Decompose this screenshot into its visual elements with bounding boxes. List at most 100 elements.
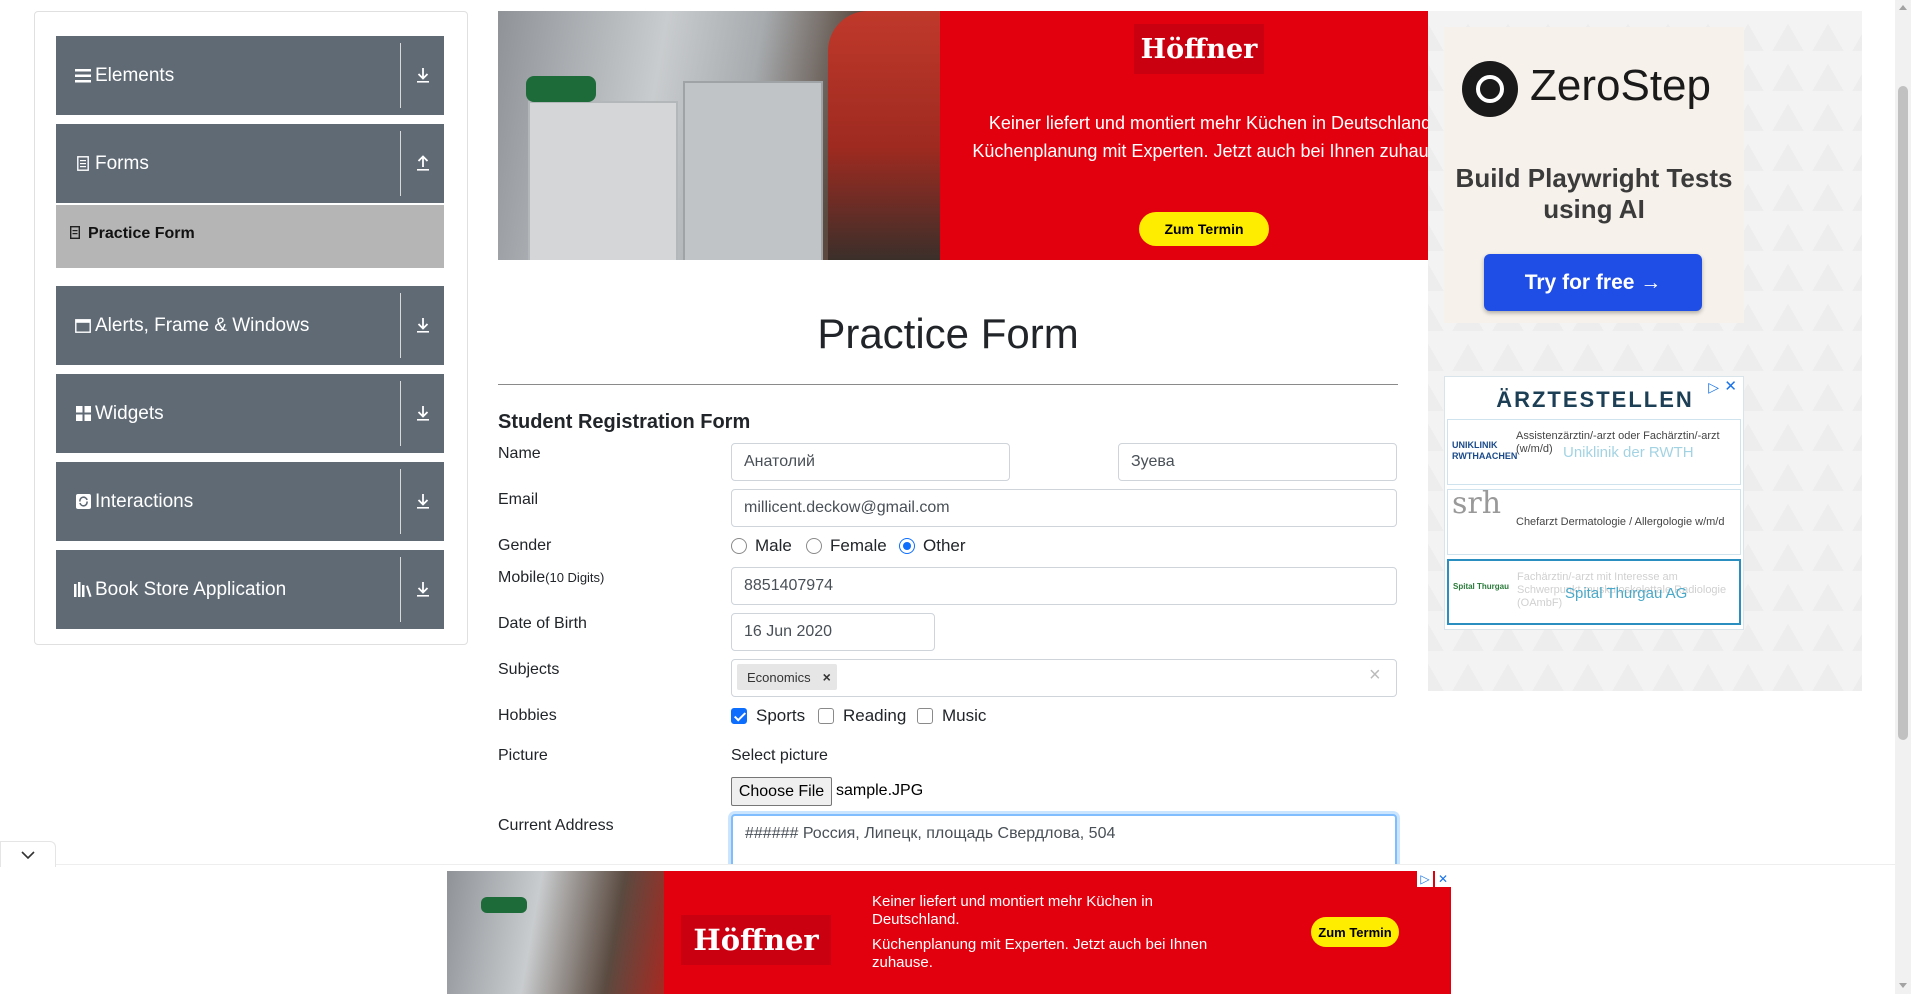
date-of-birth-input[interactable]: 16 Jun 2020 xyxy=(731,613,935,651)
radio-label: Female xyxy=(830,536,887,555)
collapse-ad-button[interactable] xyxy=(0,841,56,867)
checkbox-label: Reading xyxy=(843,706,907,725)
hobby-sports-checkbox[interactable]: Sports xyxy=(731,706,805,726)
sidebar-group-label: Elements xyxy=(95,64,175,86)
window-icon xyxy=(74,317,92,335)
job-listing[interactable]: Spital Thurgau Fachärztin/-arzt mit Inte… xyxy=(1447,559,1741,625)
gender-other-radio[interactable]: Other xyxy=(899,536,966,556)
remove-subject-icon[interactable]: × xyxy=(823,669,831,685)
ad-line-2: Küchenplanung mit Experten. Jetzt auch b… xyxy=(872,936,1208,971)
brand-logo: Höffner xyxy=(1134,24,1264,74)
refresh-icon xyxy=(74,493,92,511)
mobile-hint: (10 Digits) xyxy=(545,570,605,585)
close-icon[interactable]: ✕ xyxy=(1724,377,1737,395)
divider xyxy=(400,381,401,446)
sidebar-group-elements[interactable]: Elements xyxy=(56,36,444,115)
checkbox-label: Sports xyxy=(756,706,806,725)
sidebar-group-book-store[interactable]: Book Store Application xyxy=(56,550,444,629)
grid-icon xyxy=(74,405,92,423)
brand-logo: Höffner xyxy=(681,915,831,965)
sidebar-group-interactions[interactable]: Interactions xyxy=(56,462,444,541)
adchoices-icon[interactable]: ▷ xyxy=(1708,379,1719,396)
ad-panel: Höffner Keiner liefert und montiert mehr… xyxy=(940,11,1428,260)
aerztestellen-ad[interactable]: ÄRZTESTELLEN ▷ ✕ UNIKLINIK RWTHAACHEN As… xyxy=(1444,376,1744,630)
close-icon[interactable]: ✕ xyxy=(1435,871,1451,887)
scrollbar[interactable] xyxy=(1895,0,1911,994)
checkbox-box xyxy=(917,708,933,724)
sidebar-group-forms[interactable]: Forms xyxy=(56,124,444,203)
dob-label: Date of Birth xyxy=(498,615,587,632)
divider xyxy=(400,557,401,622)
ad-cta-button[interactable]: Zum Termin xyxy=(1311,917,1399,947)
divider xyxy=(400,469,401,534)
gender-male-radio[interactable]: Male xyxy=(731,536,792,556)
aerztestellen-logo: ÄRZTESTELLEN xyxy=(1496,387,1694,412)
radio-circle xyxy=(731,538,747,554)
form-heading: Student Registration Form xyxy=(498,411,751,433)
download-icon[interactable] xyxy=(415,580,433,600)
divider xyxy=(400,131,401,196)
download-icon[interactable] xyxy=(415,404,433,424)
mobile-label-text: Mobile xyxy=(498,569,546,586)
sidebar-group-widgets[interactable]: Widgets xyxy=(56,374,444,453)
radio-label: Other xyxy=(923,536,966,555)
job-listing[interactable]: srh Chefarzt Dermatologie / Allergologie… xyxy=(1447,489,1741,555)
gender-label: Gender xyxy=(498,537,552,554)
zerostep-brand: ZeroStep xyxy=(1530,61,1711,110)
file-name: sample.JPG xyxy=(836,782,924,799)
last-name-input[interactable]: Зуева xyxy=(1118,443,1397,481)
sidebar: Elements Forms Practice Form Alerts, Fra… xyxy=(34,11,468,645)
right-ad-column: ZeroStep Build Playwright Tests using AI… xyxy=(1428,11,1862,691)
scrollbar-thumb[interactable] xyxy=(1898,86,1908,740)
sidebar-group-label: Forms xyxy=(95,152,149,174)
first-name-input[interactable]: Анатолий xyxy=(731,443,1010,481)
hamburger-icon xyxy=(74,67,92,85)
bottom-banner-ad[interactable]: Höffner Keiner liefert und montiert mehr… xyxy=(447,871,1451,994)
books-icon xyxy=(74,581,92,599)
picture-label: Picture xyxy=(498,747,548,764)
ad-line-2: Küchenplanung mit Experten. Jetzt auch b… xyxy=(972,141,1428,161)
document-icon xyxy=(74,155,92,173)
email-label: Email xyxy=(498,491,539,508)
ad-cta-button[interactable]: Zum Termin xyxy=(1139,212,1269,246)
ad-photo xyxy=(498,11,940,260)
sidebar-item-label: Practice Form xyxy=(88,225,195,242)
hobby-music-checkbox[interactable]: Music xyxy=(917,706,986,726)
choose-file-button[interactable]: Choose File xyxy=(731,777,832,806)
sidebar-group-alerts[interactable]: Alerts, Frame & Windows xyxy=(56,286,444,365)
ad-text: Keiner liefert und montiert mehr Küchen … xyxy=(950,109,1428,165)
adchoices-icon[interactable]: ▷ xyxy=(1417,871,1433,887)
zerostep-ad[interactable]: ZeroStep Build Playwright Tests using AI… xyxy=(1444,27,1744,323)
divider xyxy=(498,384,1398,385)
job-title: Chefarzt Dermatologie / Allergologie w/m… xyxy=(1516,516,1725,528)
sidebar-group-label: Widgets xyxy=(95,402,164,424)
top-banner-ad[interactable]: Höffner Keiner liefert und montiert mehr… xyxy=(498,11,1428,260)
clear-icon[interactable]: × xyxy=(1369,664,1381,687)
radio-label: Male xyxy=(755,536,792,555)
upload-icon[interactable] xyxy=(415,154,433,174)
download-icon[interactable] xyxy=(415,66,433,86)
zerostep-tagline: Build Playwright Tests using AI xyxy=(1455,163,1733,224)
scroll-down-icon[interactable] xyxy=(1899,983,1907,988)
subject-chip: Economics × xyxy=(737,664,837,690)
current-address-label: Current Address xyxy=(498,817,614,834)
ad-line-1: Keiner liefert und montiert mehr Küchen … xyxy=(872,893,1153,928)
gender-female-radio[interactable]: Female xyxy=(806,536,887,556)
download-icon[interactable] xyxy=(415,316,433,336)
checkbox-box xyxy=(731,708,747,724)
job-logo: Spital Thurgau xyxy=(1453,582,1509,591)
divider xyxy=(400,43,401,108)
scroll-up-icon[interactable] xyxy=(1899,5,1907,10)
try-for-free-button[interactable]: Try for free → xyxy=(1484,254,1702,311)
download-icon[interactable] xyxy=(415,492,433,512)
email-input[interactable]: millicent.deckow@gmail.com xyxy=(731,489,1397,527)
sidebar-group-label: Interactions xyxy=(95,490,194,512)
ad-photo xyxy=(447,871,664,994)
job-listing[interactable]: UNIKLINIK RWTHAACHEN Assistenzärztin/-ar… xyxy=(1447,419,1741,485)
job-logo: srh xyxy=(1452,486,1502,521)
mobile-input[interactable]: 8851407974 xyxy=(731,567,1397,605)
hobby-reading-checkbox[interactable]: Reading xyxy=(818,706,906,726)
sidebar-item-practice-form[interactable]: Practice Form xyxy=(56,205,444,268)
page-title: Practice Form xyxy=(817,310,1079,357)
name-label: Name xyxy=(498,445,541,462)
